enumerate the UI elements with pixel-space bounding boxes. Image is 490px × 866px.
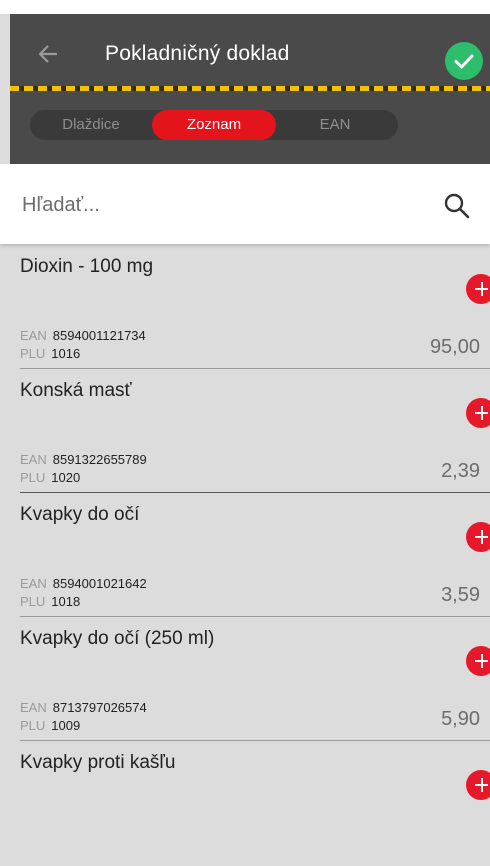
plu-label: PLU: [20, 718, 46, 733]
product-name: Konská masť: [20, 380, 132, 401]
tab-ean[interactable]: EAN: [292, 110, 378, 140]
search-input[interactable]: [20, 186, 404, 224]
search-bar: [0, 164, 490, 244]
view-mode-switch: Dlaždice Zoznam EAN: [30, 110, 398, 140]
checkmark-icon: [454, 54, 474, 69]
list-item[interactable]: Dioxin - 100 mg EAN 8594001121734 PLU 1016…: [10, 246, 490, 370]
ean-label: EAN: [20, 328, 47, 343]
plu-row: PLU 1020: [20, 470, 80, 485]
hazard-stripe-divider: [10, 86, 490, 91]
ean-row: EAN 8591322655789: [20, 452, 147, 467]
back-button[interactable]: [28, 34, 68, 74]
list-item[interactable]: Kvapky do očí (250 ml) EAN 8713797026574 …: [10, 618, 490, 742]
ean-row: EAN 8594001121734: [20, 328, 146, 343]
add-button[interactable]: [466, 770, 490, 800]
plu-row: PLU 1018: [20, 594, 80, 609]
product-name: Kvapky proti kašľu: [20, 752, 176, 773]
divider: [20, 740, 490, 741]
plu-value: 1018: [51, 594, 81, 609]
ean-label: EAN: [20, 576, 47, 591]
divider: [20, 616, 490, 617]
product-name: Kvapky do očí: [20, 504, 140, 525]
plu-label: PLU: [20, 346, 46, 361]
ean-value: 8591322655789: [52, 452, 147, 467]
plu-label: PLU: [20, 594, 46, 609]
price: 3,59: [441, 584, 480, 606]
add-button[interactable]: [466, 646, 490, 676]
product-name: Dioxin - 100 mg: [20, 256, 154, 277]
list-item[interactable]: Konská masť EAN 8591322655789 PLU 1020 2,3…: [10, 370, 490, 494]
plu-label: PLU: [20, 470, 46, 485]
status-bar: [0, 0, 490, 14]
ean-value: 8713797026574: [52, 700, 147, 715]
add-button[interactable]: [466, 274, 490, 304]
ean-value: 8594001121734: [52, 328, 146, 343]
ean-row: EAN 8594001021642: [20, 576, 147, 591]
app-bar: Pokladničný doklad Dlaždice Zoznam EAN: [10, 14, 490, 164]
search-icon[interactable]: [442, 191, 472, 221]
ean-value: 8594001021642: [52, 576, 147, 591]
add-button[interactable]: [466, 522, 490, 552]
plu-row: PLU 1009: [20, 718, 80, 733]
plu-value: 1020: [51, 470, 81, 485]
back-arrow-icon: [38, 45, 57, 63]
divider: [20, 368, 490, 369]
product-name: Kvapky do očí (250 ml): [20, 628, 215, 649]
plu-value: 1016: [51, 346, 81, 361]
ean-label: EAN: [20, 700, 47, 715]
price: 95,00: [429, 336, 480, 358]
confirm-button[interactable]: [445, 42, 483, 80]
ean-label: EAN: [20, 452, 47, 467]
list-item[interactable]: Kvapky do očí EAN 8594001021642 PLU 1018 3…: [10, 494, 490, 618]
plu-row: PLU 1016: [20, 346, 80, 361]
price: 5,90: [441, 708, 480, 730]
add-button[interactable]: [466, 398, 490, 428]
tab-tiles[interactable]: Dlaždice: [42, 110, 140, 140]
list-item[interactable]: Kvapky proti kašľu: [10, 742, 490, 866]
product-list: Dioxin - 100 mg EAN 8594001121734 PLU 1016…: [10, 246, 490, 866]
divider: [20, 492, 490, 493]
page-title: Pokladničný doklad: [105, 42, 290, 65]
plu-value: 1009: [51, 718, 81, 733]
tab-list[interactable]: Zoznam: [152, 110, 276, 140]
ean-row: EAN 8713797026574: [20, 700, 147, 715]
price: 2,39: [441, 460, 480, 482]
